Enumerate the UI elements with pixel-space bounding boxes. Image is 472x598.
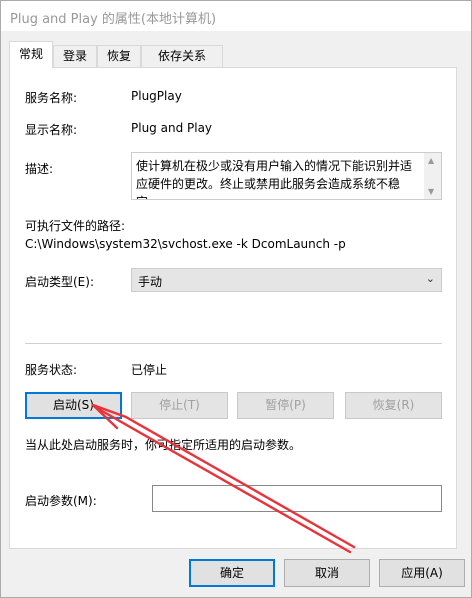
window-title: Plug and Play 的属性(本地计算机) — [10, 12, 217, 27]
display-name-label: 显示名称: — [25, 123, 78, 137]
start-hint-text: 当从此处启动服务时，你可指定所适用的启动参数。 — [25, 438, 302, 452]
startup-type-select[interactable]: 手动 ⌄ — [131, 268, 442, 292]
description-label: 描述: — [25, 162, 54, 176]
service-status-value: 已停止 — [131, 363, 168, 377]
service-status-label: 服务状态: — [25, 363, 78, 377]
stop-button[interactable]: 停止(T) — [131, 392, 228, 419]
service-name-label: 服务名称: — [25, 91, 78, 105]
tab-dependencies[interactable]: 依存关系 — [141, 45, 223, 67]
apply-button[interactable]: 应用(A) — [379, 559, 465, 587]
exe-path-value: C:\Windows\system32\svchost.exe -k DcomL… — [25, 237, 346, 251]
divider — [25, 343, 442, 344]
description-box[interactable]: 使计算机在极少或没有用户输入的情况下能识别并适应硬件的更改。终止或禁用此服务会造… — [131, 152, 442, 200]
scroll-down-icon[interactable]: ▼ — [428, 187, 434, 196]
tab-general[interactable]: 常规 — [9, 41, 53, 68]
start-params-label: 启动参数(M): — [25, 494, 97, 508]
ok-button[interactable]: 确定 — [189, 559, 275, 587]
startup-type-label: 启动类型(E): — [25, 275, 94, 289]
startup-type-value: 手动 — [138, 275, 163, 289]
properties-dialog: Plug and Play 的属性(本地计算机) 常规 登录 恢复 依存关系 服… — [0, 0, 472, 598]
pause-button[interactable]: 暂停(P) — [237, 392, 334, 419]
resume-button[interactable]: 恢复(R) — [345, 392, 442, 419]
tab-logon[interactable]: 登录 — [53, 45, 97, 67]
description-scrollbar[interactable]: ▲ ▼ — [424, 153, 441, 199]
title-bar: Plug and Play 的属性(本地计算机) — [1, 1, 471, 31]
scroll-up-icon[interactable]: ▲ — [428, 156, 434, 165]
general-panel: 服务名称: PlugPlay 显示名称: Plug and Play 描述: 使… — [9, 67, 457, 549]
description-text: 使计算机在极少或没有用户输入的情况下能识别并适应硬件的更改。终止或禁用此服务会造… — [136, 159, 413, 199]
chevron-down-icon: ⌄ — [425, 272, 435, 285]
start-params-input[interactable] — [152, 485, 442, 512]
service-name-value: PlugPlay — [131, 89, 182, 103]
tab-recovery[interactable]: 恢复 — [97, 45, 141, 67]
cancel-button[interactable]: 取消 — [284, 559, 370, 587]
exe-path-label: 可执行文件的路径: — [25, 219, 126, 233]
start-button[interactable]: 启动(S) — [25, 392, 122, 419]
display-name-value: Plug and Play — [131, 121, 213, 135]
